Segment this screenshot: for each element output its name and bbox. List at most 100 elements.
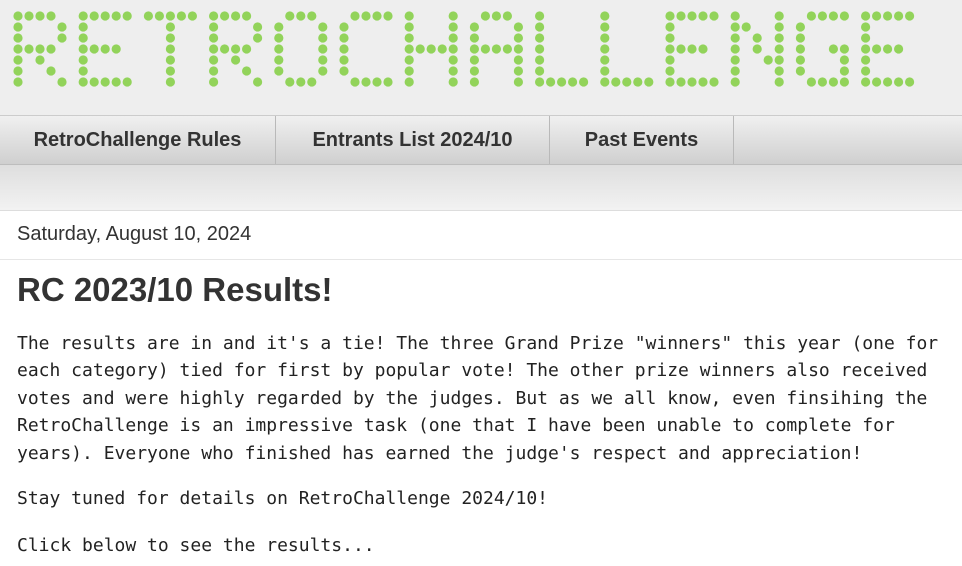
logo-dot <box>426 44 436 54</box>
logo-dot <box>883 11 893 21</box>
logo-dot <box>242 44 252 54</box>
logo-dot <box>35 11 45 21</box>
logo-dot <box>100 77 110 87</box>
tab-retrochallenge-rules[interactable]: RetroChallenge Rules <box>0 116 276 164</box>
logo-dot <box>568 77 578 87</box>
site-logo[interactable] <box>0 0 962 115</box>
logo-dot <box>383 11 393 21</box>
logo-dot <box>795 22 806 32</box>
logo-dot <box>437 44 447 54</box>
logo-dot <box>502 44 512 54</box>
logo-dot <box>404 77 414 87</box>
logo-dot <box>318 44 328 54</box>
logo-dot <box>698 44 708 54</box>
logo-dot <box>730 33 740 43</box>
logo-dot <box>274 44 284 54</box>
logo-dot <box>253 22 263 32</box>
logo-dot <box>231 44 241 54</box>
logo-dot <box>665 55 675 65</box>
logo-dot <box>535 55 545 65</box>
logo-dot <box>469 66 479 76</box>
logo-dot <box>209 44 219 54</box>
logo-dot <box>122 77 132 87</box>
logo-dot <box>78 77 88 87</box>
logo-dot <box>600 44 610 54</box>
logo-dot <box>883 77 893 87</box>
logo-dot <box>404 11 414 21</box>
logo-dot <box>469 55 479 65</box>
logo-dot <box>611 77 621 87</box>
logo-dot <box>339 44 349 54</box>
tab-entrants-list[interactable]: Entrants List 2024/10 <box>276 116 550 164</box>
logo-dot <box>535 66 545 76</box>
logo-dot <box>35 55 45 65</box>
logo-dot <box>57 22 67 32</box>
logo-dot <box>78 22 88 32</box>
logo-dot <box>817 77 828 87</box>
logo-dot <box>339 55 349 65</box>
logo-dot <box>339 66 349 76</box>
logo-dot <box>165 77 175 87</box>
nav-band <box>0 165 962 211</box>
logo-dot <box>861 44 871 54</box>
logo-dot <box>318 33 328 43</box>
logo-dot <box>404 33 414 43</box>
logo-dot <box>111 77 121 87</box>
date-header: Saturday, August 10, 2024 <box>0 211 962 260</box>
logo-dot <box>46 11 56 21</box>
logo-dot <box>839 44 850 54</box>
logo-dot <box>861 33 871 43</box>
logo-dot <box>795 44 806 54</box>
logo-dot <box>274 22 284 32</box>
logo-dot <box>795 66 806 76</box>
logo-dot <box>774 33 784 43</box>
post-paragraph: The results are in and it's a tie! The t… <box>17 333 939 464</box>
nav-tabs: RetroChallenge Rules Entrants List 2024/… <box>0 115 962 165</box>
logo-dot <box>448 77 458 87</box>
logo-dot <box>339 33 349 43</box>
logo-dot <box>253 33 263 43</box>
logo-dot <box>622 77 632 87</box>
logo-dot <box>513 66 524 76</box>
logo-dot <box>741 22 751 32</box>
logo-dot <box>448 55 458 65</box>
post-paragraph: Click below to see the results... <box>17 535 375 556</box>
logo-dot <box>894 44 904 54</box>
logo-dot <box>535 22 545 32</box>
logo-dot <box>774 22 784 32</box>
logo-dot <box>687 11 697 21</box>
logo-dot <box>698 77 708 87</box>
logo-dot <box>905 11 915 21</box>
logo-dot <box>57 33 67 43</box>
logo-dot <box>404 55 414 65</box>
header-banner <box>0 0 962 115</box>
logo-dot <box>698 11 708 21</box>
logo-dot <box>13 44 23 54</box>
tab-past-events[interactable]: Past Events <box>550 116 734 164</box>
logo-dot <box>274 33 284 43</box>
logo-dot <box>13 77 23 87</box>
logo-dot <box>861 22 871 32</box>
logo-dot <box>165 44 175 54</box>
logo-dot <box>644 77 654 87</box>
logo-dot <box>579 77 589 87</box>
logo-dot <box>24 11 34 21</box>
logo-dot <box>730 22 740 32</box>
logo-dot <box>404 66 414 76</box>
logo-dot <box>13 22 23 32</box>
logo-dot <box>905 77 915 87</box>
logo-dot <box>78 55 88 65</box>
logo-dot <box>839 11 850 21</box>
logo-dot <box>209 33 219 43</box>
logo-dot <box>828 44 839 54</box>
post-paragraph: Stay tuned for details on RetroChallenge… <box>17 488 549 509</box>
logo-dot <box>46 66 56 76</box>
logo-dot <box>861 55 871 65</box>
post-title[interactable]: RC 2023/10 Results! <box>17 271 332 309</box>
logo-dot <box>89 44 99 54</box>
logo-dot <box>774 55 784 65</box>
logo-dot <box>535 77 545 87</box>
logo-dot <box>13 66 23 76</box>
logo-dot <box>709 77 719 87</box>
logo-dot <box>100 11 110 21</box>
